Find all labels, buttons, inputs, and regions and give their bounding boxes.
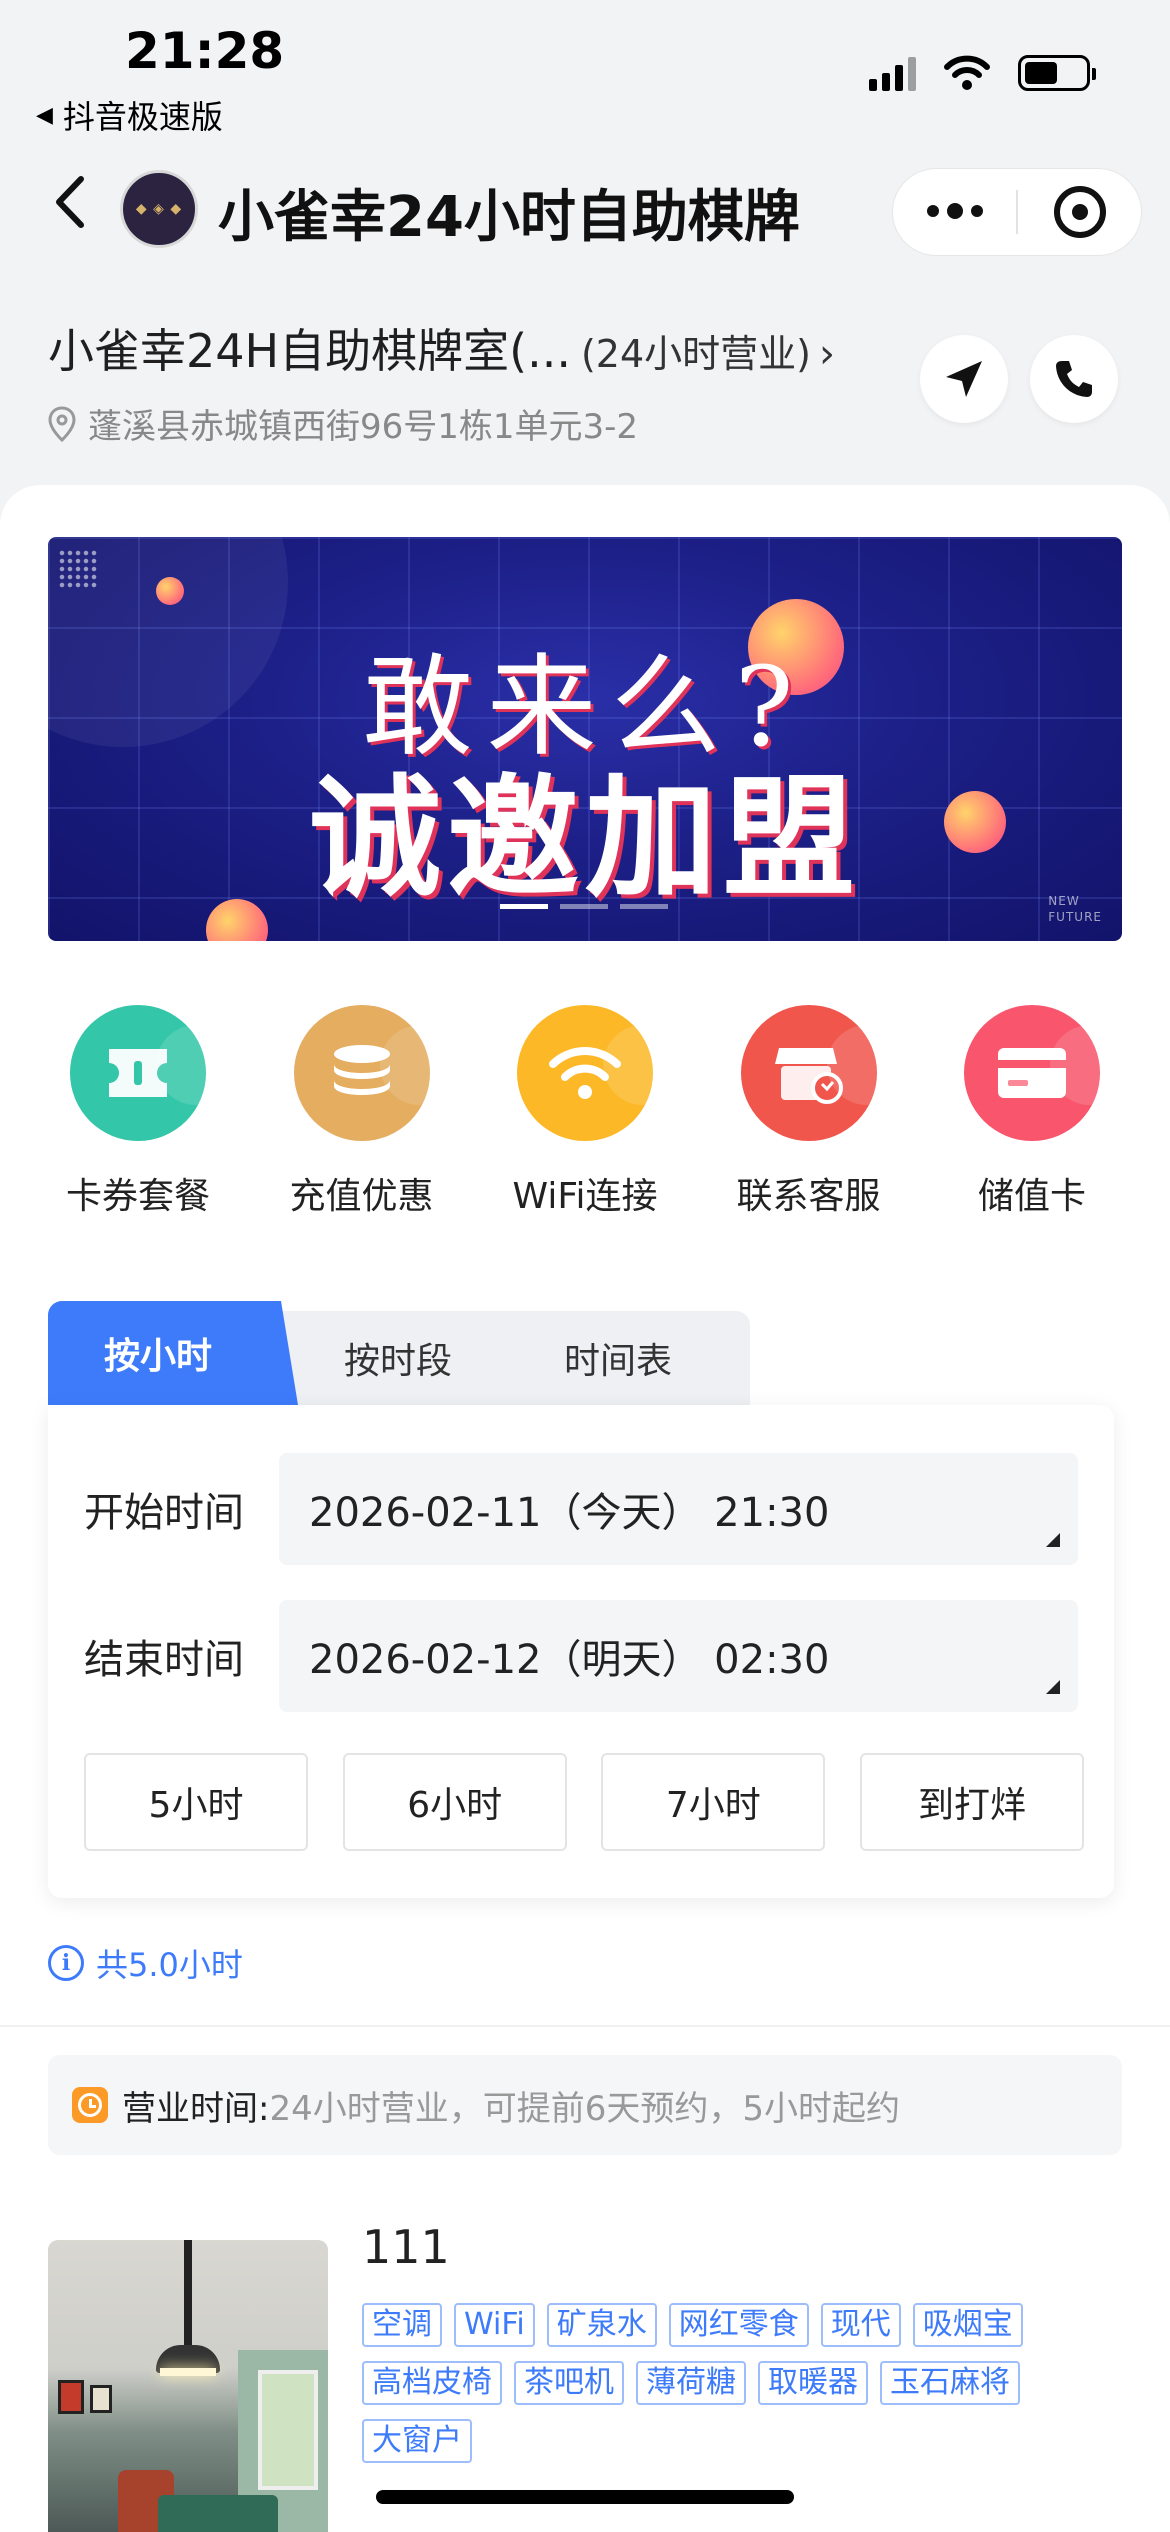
banner-corner-line2: FUTURE <box>1048 910 1102 924</box>
banner-corner-text: NEW FUTURE <box>1048 893 1102 925</box>
call-button[interactable] <box>1030 335 1118 423</box>
carousel-dot[interactable] <box>620 904 668 909</box>
business-hours-text: 24小时营业，可提前6天预约，5小时起约 <box>269 2088 900 2129</box>
main-content: 敢来么? 诚邀加盟 NEW FUTURE 卡券套餐 充值优惠 WiFi连接 联系… <box>0 485 1170 2532</box>
page-title: 小雀幸24小时自助棋牌 <box>218 185 800 250</box>
quick-wifi[interactable]: WiFi连接 <box>495 1005 675 1219</box>
amenity-tag: 茶吧机 <box>514 2361 624 2405</box>
amenity-tag: 大窗户 <box>362 2419 472 2463</box>
carousel-dot[interactable] <box>560 904 608 909</box>
business-hours: 营业时间: 24小时营业，可提前6天预约，5小时起约 <box>48 2055 1122 2155</box>
quick-recharge[interactable]: 充值优惠 <box>272 1005 452 1219</box>
close-mini-program-button[interactable] <box>1018 169 1141 255</box>
status-icons <box>869 55 1096 91</box>
amenity-tag: 吸烟宝 <box>912 2303 1023 2347</box>
amenity-tag: 高档皮椅 <box>362 2361 502 2405</box>
status-time: 21:28 <box>125 22 285 80</box>
location-pin-icon <box>48 405 76 442</box>
room-amenities: 空调 WiFi 矿泉水 网红零食 现代 吸烟宝 高档皮椅 茶吧机 薄荷糖 取暖器… <box>362 2303 1062 2463</box>
promo-banner[interactable]: 敢来么? 诚邀加盟 NEW FUTURE <box>48 537 1122 941</box>
preset-7h-button[interactable]: 7小时 <box>601 1753 826 1851</box>
nav-bar: ◆ ◈ ◆ 小雀幸24小时自助棋牌 <box>0 150 1170 260</box>
carousel-indicators <box>500 904 668 909</box>
clock-icon <box>72 2087 108 2123</box>
more-button[interactable] <box>893 169 1016 255</box>
total-duration: i 共5.0小时 <box>48 1940 243 1986</box>
room-name[interactable]: 111 <box>362 2220 450 2274</box>
time-picker-card: 开始时间 2026-02-11（今天） 21:30 结束时间 2026-02-1… <box>48 1405 1114 1898</box>
start-time-value: 2026-02-11（今天） 21:30 <box>309 1490 830 1536</box>
tab-by-hour[interactable]: 按小时 <box>48 1301 298 1405</box>
target-icon <box>1053 186 1106 238</box>
quick-stored-card-label: 储值卡 <box>977 1176 1086 1217</box>
decor-ball <box>156 577 184 605</box>
booking-tabs: 按小时 按时段 时间表 <box>48 1301 750 1405</box>
back-to-app-link[interactable]: ◀ 抖音极速版 <box>36 92 223 138</box>
tab-by-period[interactable]: 按时段 <box>298 1311 498 1405</box>
coupon-icon <box>70 1005 206 1141</box>
back-app-label: 抖音极速版 <box>62 98 223 136</box>
store-hours-tag: (24小时营业) <box>580 332 811 376</box>
chevron-right-icon: › <box>818 331 835 377</box>
preset-6h-button[interactable]: 6小时 <box>342 1753 567 1851</box>
banner-corner-line1: NEW <box>1048 894 1080 908</box>
cellular-signal-icon <box>869 55 916 91</box>
start-time-label: 开始时间 <box>84 1490 244 1536</box>
store-name: 小雀幸24H自助棋牌室(... <box>48 324 571 378</box>
duration-presets: 5小时 6小时 7小时 到打烊 <box>84 1753 1084 1851</box>
quick-service-label: 联系客服 <box>736 1176 881 1217</box>
amenity-tag: WiFi <box>454 2303 535 2347</box>
end-time-select[interactable]: 2026-02-12（明天） 02:30 <box>279 1600 1078 1712</box>
quick-coupons[interactable]: 卡券套餐 <box>48 1005 228 1219</box>
coins-icon <box>293 1005 430 1141</box>
quick-wifi-label: WiFi连接 <box>512 1176 658 1217</box>
amenity-tag: 玉石麻将 <box>880 2361 1020 2405</box>
amenity-tag: 空调 <box>362 2303 442 2347</box>
banner-subheadline: 诚邀加盟 <box>309 762 861 916</box>
chevron-left-icon <box>56 176 84 228</box>
start-time-select[interactable]: 2026-02-11（今天） 21:30 <box>279 1453 1078 1565</box>
quick-stored-card[interactable]: 储值卡 <box>942 1005 1122 1219</box>
amenity-tag: 薄荷糖 <box>636 2361 746 2405</box>
dropdown-corner-icon <box>1046 1680 1060 1694</box>
divider <box>0 2025 1170 2027</box>
amenity-tag: 矿泉水 <box>546 2303 657 2347</box>
quick-service[interactable]: 联系客服 <box>719 1005 899 1219</box>
quick-recharge-label: 充值优惠 <box>289 1176 434 1217</box>
back-triangle-icon: ◀ <box>36 102 53 128</box>
end-time-row: 结束时间 2026-02-12（明天） 02:30 <box>84 1600 1078 1712</box>
more-dots-icon <box>926 203 983 219</box>
end-time-value: 2026-02-12（明天） 02:30 <box>309 1637 830 1683</box>
start-time-row: 开始时间 2026-02-11（今天） 21:30 <box>84 1453 1078 1565</box>
wifi-status-icon <box>944 55 990 90</box>
room-photo[interactable] <box>48 2240 328 2532</box>
tab-timetable[interactable]: 时间表 <box>518 1311 718 1405</box>
amenity-tag: 网红零食 <box>668 2303 809 2347</box>
end-time-label: 结束时间 <box>84 1637 244 1683</box>
total-duration-text: 共5.0小时 <box>96 1946 243 1984</box>
phone-icon <box>1056 361 1092 397</box>
info-icon: i <box>48 1945 84 1981</box>
quick-coupons-label: 卡券套餐 <box>65 1176 210 1217</box>
back-button[interactable] <box>40 172 100 232</box>
store-address-text: 蓬溪县赤城镇西街96号1栋1单元3-2 <box>88 407 639 447</box>
business-hours-label: 营业时间: <box>122 2088 270 2129</box>
carousel-dot-active[interactable] <box>500 904 548 909</box>
amenity-tag: 现代 <box>820 2303 901 2347</box>
status-bar: 21:28 ◀ 抖音极速版 <box>0 0 1170 136</box>
dropdown-corner-icon <box>1046 1533 1060 1547</box>
navigation-arrow-icon <box>946 361 982 397</box>
home-indicator[interactable] <box>376 2490 794 2504</box>
mini-program-capsule <box>892 168 1142 256</box>
battery-icon <box>1018 55 1096 91</box>
card-icon <box>964 1005 1100 1141</box>
wifi-icon <box>517 1005 653 1141</box>
preset-5h-button[interactable]: 5小时 <box>84 1753 308 1851</box>
quick-menu: 卡券套餐 充值优惠 WiFi连接 联系客服 储值卡 <box>48 1005 1122 1219</box>
store-logo: ◆ ◈ ◆ <box>120 170 198 248</box>
store-service-icon <box>740 1005 877 1141</box>
amenity-tag: 取暖器 <box>758 2361 868 2405</box>
preset-until-close-button[interactable]: 到打烊 <box>859 1753 1084 1851</box>
navigate-button[interactable] <box>920 335 1008 423</box>
